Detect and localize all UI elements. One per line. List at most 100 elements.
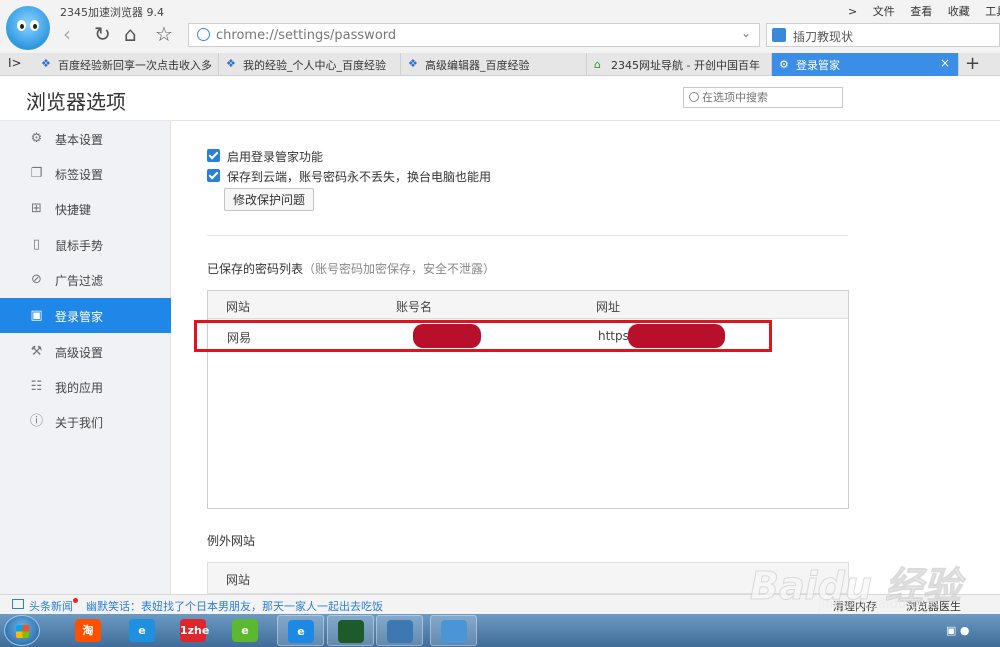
paw-icon xyxy=(772,28,786,42)
taskbar-app[interactable]: e xyxy=(222,615,269,646)
search-icon xyxy=(689,92,699,102)
apps-icon: ☷ xyxy=(30,379,43,394)
tab-2[interactable]: ❖ 我的经验_个人中心_百度经验 xyxy=(219,53,401,76)
ie-icon: e xyxy=(129,619,155,642)
sidebar-item-label: 广告过滤 xyxy=(55,274,104,288)
options-search-input[interactable] xyxy=(702,90,840,105)
favorite-star-icon[interactable]: ☆ xyxy=(155,24,173,44)
keyboard-icon: ⊞ xyxy=(31,201,42,216)
menu-view[interactable]: 查看 xyxy=(910,5,932,18)
enable-login-manager-label: 启用登录管家功能 xyxy=(227,150,324,164)
saved-passwords-heading: 已保存的密码列表 xyxy=(207,262,304,276)
start-button[interactable] xyxy=(4,615,40,646)
paw-icon: ❖ xyxy=(408,57,418,70)
sidebar-item-tabs[interactable]: ❐ 标签设置 xyxy=(0,156,171,191)
address-bar[interactable]: chrome://settings/password ⌄ xyxy=(188,23,760,47)
page-title: 浏览器选项 xyxy=(26,90,126,114)
game-icon xyxy=(338,620,364,643)
news-headline[interactable]: 幽默笑话：表妞找了个日本男朋友，那天一家人一起出去吃饭 xyxy=(86,598,383,614)
1zhe-icon: 1zhe xyxy=(180,619,209,642)
save-to-cloud-checkbox[interactable] xyxy=(207,169,220,182)
tab-1[interactable]: ❖ 百度经验新回享一次点击收入多 xyxy=(34,53,219,76)
gear-icon: ⚙ xyxy=(30,131,43,146)
settings-header: 浏览器选项 xyxy=(0,76,1000,121)
taskbar-app[interactable] xyxy=(327,615,374,646)
notification-dot-icon xyxy=(73,598,78,603)
chevron-down-icon[interactable]: ⌄ xyxy=(741,26,751,40)
sidebar-item-my-apps[interactable]: ☷ 我的应用 xyxy=(0,369,171,404)
saved-passwords-hint: （账号密码加密保存，安全不泄露） xyxy=(303,262,496,276)
sidebar-item-label: 快捷键 xyxy=(55,203,92,217)
news-label[interactable]: 头条新闻 xyxy=(29,598,73,614)
news-icon[interactable] xyxy=(12,599,24,609)
tab-label: 登录管家 xyxy=(796,59,840,72)
settings-content: 启用登录管家功能 保存到云端，账号密码永不丢失，换台电脑也能用 修改保护问题 已… xyxy=(171,121,1000,594)
sidebar-item-label: 我的应用 xyxy=(55,381,104,395)
mouse-icon: ▯ xyxy=(32,237,41,252)
sidebar-item-shortcuts[interactable]: ⊞ 快捷键 xyxy=(0,191,171,226)
tabs-icon: ❐ xyxy=(30,166,43,181)
tab-label: 2345网址导航 - 开创中国百年 xyxy=(611,59,760,72)
sidebar-item-advanced[interactable]: ⚒ 高级设置 xyxy=(0,334,171,369)
close-icon[interactable]: × xyxy=(940,56,950,70)
tab-bar: I> ❖ 百度经验新回享一次点击收入多 ❖ 我的经验_个人中心_百度经验 ❖ 高… xyxy=(0,53,1000,76)
sidebar-item-mouse-gesture[interactable]: ▯ 鼠标手势 xyxy=(0,227,171,262)
back-icon[interactable]: ‹ xyxy=(63,24,71,44)
watermark-url: jingyan.baidu.com xyxy=(818,597,938,612)
taskbar-app[interactable]: 1zhe xyxy=(170,615,217,646)
options-search[interactable] xyxy=(683,87,843,108)
gear-icon: ⚙ xyxy=(779,58,789,71)
system-tray[interactable]: ▣ ● xyxy=(946,624,970,637)
address-url[interactable]: chrome://settings/password xyxy=(216,28,396,43)
wrench-icon: ⚒ xyxy=(30,344,43,359)
baidu-watermark: Baidu 经验 jingyan.baidu.com xyxy=(749,555,1000,625)
info-icon: ⓘ xyxy=(29,414,43,429)
2345-browser-icon: e xyxy=(288,620,314,643)
taskbar-app[interactable] xyxy=(430,615,477,646)
paw-icon: ❖ xyxy=(226,57,236,70)
menu-file[interactable]: 文件 xyxy=(873,5,895,18)
sidebar-item-ad-filter[interactable]: ⊘ 广告过滤 xyxy=(0,262,171,297)
sidebar-item-about[interactable]: ⓘ 关于我们 xyxy=(0,404,171,439)
search-box[interactable]: 插刀教现状 xyxy=(766,23,1000,47)
reload-icon[interactable]: ↻ xyxy=(94,24,111,44)
taobao-icon: 淘 xyxy=(75,619,101,642)
taskbar-app[interactable]: e xyxy=(119,615,166,646)
menu-favorites[interactable]: 收藏 xyxy=(948,5,970,18)
sidebar-item-label: 鼠标手势 xyxy=(55,239,104,253)
search-text[interactable]: 插刀教现状 xyxy=(793,28,853,45)
tab-label: 我的经验_个人中心_百度经验 xyxy=(243,59,386,72)
tab-4[interactable]: ⌂ 2345网址导航 - 开创中国百年 xyxy=(587,53,772,76)
tab-label: 百度经验新回享一次点击收入多 xyxy=(58,59,212,72)
tab-list-icon[interactable]: I> xyxy=(8,56,22,70)
modify-protection-question-button[interactable]: 修改保护问题 xyxy=(224,188,314,211)
browser-icon: e xyxy=(232,619,258,642)
table-header: 网站 账号名 网址 xyxy=(208,291,848,319)
browser-logo-icon[interactable] xyxy=(6,6,50,50)
tab-active[interactable]: ⚙ 登录管家 × xyxy=(772,53,959,76)
menu-bar: > 文件 查看 收藏 工具 帮 xyxy=(848,3,1000,19)
column-url: 网址 xyxy=(596,300,621,314)
divider xyxy=(207,235,848,236)
taskbar-app[interactable] xyxy=(376,615,423,646)
windows-flag-icon xyxy=(16,625,29,638)
taskbar-app[interactable]: 淘 xyxy=(65,615,112,646)
menu-expand-icon[interactable]: > xyxy=(848,5,857,18)
tab-3[interactable]: ❖ 高级编辑器_百度经验 xyxy=(401,53,587,76)
sidebar-item-basic[interactable]: ⚙ 基本设置 xyxy=(0,121,171,156)
column-account: 账号名 xyxy=(396,300,433,314)
block-icon: ⊘ xyxy=(31,272,42,287)
home-icon[interactable]: ⌂ xyxy=(124,24,137,44)
exceptions-title: 例外网站 xyxy=(207,534,256,548)
paint-icon xyxy=(441,620,467,643)
menu-tools[interactable]: 工具 xyxy=(985,5,1000,18)
enable-login-manager-checkbox[interactable] xyxy=(207,149,220,162)
new-tab-button[interactable]: + xyxy=(965,53,980,74)
sidebar-item-login-manager[interactable]: ▣ 登录管家 xyxy=(0,298,180,333)
save-to-cloud-label: 保存到云端，账号密码永不丢失，换台电脑也能用 xyxy=(227,170,492,184)
app-title: 2345加速浏览器 9.4 xyxy=(60,6,164,19)
taskbar-app[interactable]: e xyxy=(277,615,324,646)
lock-icon: ▣ xyxy=(30,308,43,323)
house-icon: ⌂ xyxy=(594,58,601,71)
browser-toolbar: 2345加速浏览器 9.4 ‹ ↻ ⌂ ☆ chrome://settings/… xyxy=(0,0,1000,53)
